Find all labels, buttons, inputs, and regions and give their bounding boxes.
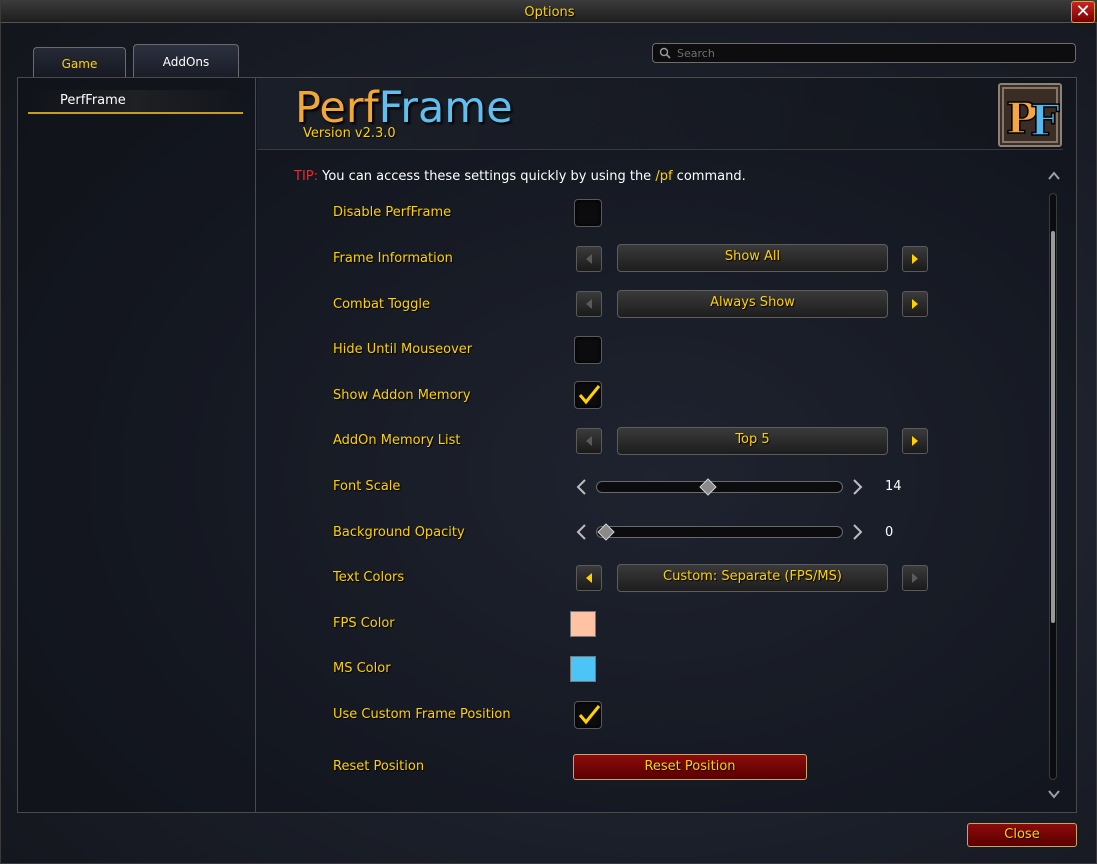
scroll-down-icon[interactable]: [1047, 788, 1061, 800]
frame-information-label: Frame Information: [333, 251, 453, 266]
addon-title-frame: Frame: [378, 83, 513, 133]
ms-color-swatch[interactable]: [570, 656, 596, 682]
tip-label: TIP:: [294, 169, 318, 184]
addon-version: Version v2.3.0: [303, 126, 396, 141]
disable-perfframe-label: Disable PerfFrame: [333, 205, 452, 220]
fps-color-label: FPS Color: [333, 616, 395, 631]
background-opacity-label: Background Opacity: [333, 525, 465, 540]
scroll-up-icon[interactable]: [1047, 170, 1061, 182]
text-colors-label: Text Colors: [333, 570, 405, 585]
use-custom-frame-position-checkbox[interactable]: [574, 701, 602, 729]
font-scale-increase-icon[interactable]: [850, 478, 864, 496]
font-scale-value: 14: [885, 479, 902, 494]
background-opacity-increase-icon[interactable]: [850, 523, 864, 541]
arrow-left-icon: [586, 254, 592, 264]
arrow-left-icon: [586, 573, 592, 583]
search-input[interactable]: [677, 45, 1067, 61]
use-custom-frame-position-label: Use Custom Frame Position: [333, 707, 511, 722]
window-title: Options: [524, 5, 575, 20]
fps-color-swatch[interactable]: [570, 611, 596, 637]
background-opacity-decrease-icon[interactable]: [575, 523, 589, 541]
addon-header: PerfFrame Version v2.3.0 P F: [257, 78, 1063, 150]
arrow-right-icon: [912, 254, 918, 264]
combat-toggle-label: Combat Toggle: [333, 297, 430, 312]
reset-position-button[interactable]: Reset Position: [573, 754, 807, 780]
sidebar-item-perfframe[interactable]: PerfFrame: [28, 90, 243, 114]
scroll-thumb[interactable]: [1051, 231, 1055, 623]
tip-text-before: You can access these settings quickly by…: [318, 169, 656, 184]
font-scale-slider[interactable]: [596, 478, 843, 496]
font-scale-label: Font Scale: [333, 479, 401, 494]
tip-text: TIP: You can access these settings quick…: [294, 169, 746, 184]
tab-game[interactable]: Game: [33, 47, 126, 77]
tip-command: /pf: [655, 169, 673, 184]
addon-list: PerfFrame: [18, 78, 256, 812]
arrow-left-icon: [586, 299, 592, 309]
text-colors-prev-button[interactable]: [576, 565, 602, 591]
close-window-button[interactable]: ✕: [1071, 1, 1095, 23]
slider-thumb-icon[interactable]: [597, 523, 615, 541]
hide-until-mouseover-label: Hide Until Mouseover: [333, 342, 473, 357]
svg-text:F: F: [1030, 96, 1060, 145]
combat-toggle-dropdown[interactable]: Always Show: [617, 290, 888, 318]
settings-scrollbar[interactable]: [1047, 171, 1060, 799]
search-box[interactable]: [652, 43, 1076, 63]
sidebar-item-label: PerfFrame: [60, 93, 126, 108]
hide-until-mouseover-checkbox[interactable]: [574, 336, 602, 364]
show-addon-memory-label: Show Addon Memory: [333, 388, 471, 403]
arrow-left-icon: [586, 436, 592, 446]
content-frame: PerfFrame PerfFrame Version v2.3.0 P F T…: [17, 77, 1077, 813]
slider-thumb-icon[interactable]: [699, 478, 717, 496]
font-scale-decrease-icon[interactable]: [575, 478, 589, 496]
options-window: Options ✕ Game AddOns PerfFrame PerfFram…: [0, 0, 1097, 864]
addon-memory-list-label: AddOn Memory List: [333, 433, 461, 448]
combat-toggle-next-button[interactable]: [902, 291, 928, 317]
close-button[interactable]: Close: [967, 823, 1077, 847]
close-icon: ✕: [1075, 1, 1091, 22]
scroll-track[interactable]: [1049, 193, 1057, 780]
tip-text-after: command.: [672, 169, 746, 184]
arrow-right-icon: [912, 573, 918, 583]
background-opacity-value: 0: [885, 525, 894, 540]
text-colors-next-button[interactable]: [902, 565, 928, 591]
reset-position-label: Reset Position: [333, 759, 425, 774]
checkmark-icon: [578, 385, 601, 405]
disable-perfframe-checkbox[interactable]: [574, 199, 602, 227]
arrow-right-icon: [912, 299, 918, 309]
frame-information-dropdown[interactable]: Show All: [617, 244, 888, 272]
settings-panel: PerfFrame Version v2.3.0 P F TIP: You ca…: [257, 78, 1077, 812]
text-colors-dropdown[interactable]: Custom: Separate (FPS/MS): [617, 564, 888, 592]
frame-information-prev-button[interactable]: [576, 246, 602, 272]
show-addon-memory-checkbox[interactable]: [574, 381, 602, 409]
background-opacity-slider[interactable]: [596, 523, 843, 541]
checkmark-icon: [578, 705, 601, 725]
addon-memory-list-dropdown[interactable]: Top 5: [617, 427, 888, 455]
frame-information-next-button[interactable]: [902, 246, 928, 272]
ms-color-label: MS Color: [333, 661, 391, 676]
title-bar[interactable]: Options: [1, 1, 1097, 23]
pf-logo-icon: P F: [998, 83, 1062, 147]
search-icon: [659, 47, 671, 59]
tab-addons[interactable]: AddOns: [133, 44, 239, 77]
combat-toggle-prev-button[interactable]: [576, 291, 602, 317]
arrow-right-icon: [912, 436, 918, 446]
addon-memory-list-prev-button[interactable]: [576, 428, 602, 454]
addon-memory-list-next-button[interactable]: [902, 428, 928, 454]
